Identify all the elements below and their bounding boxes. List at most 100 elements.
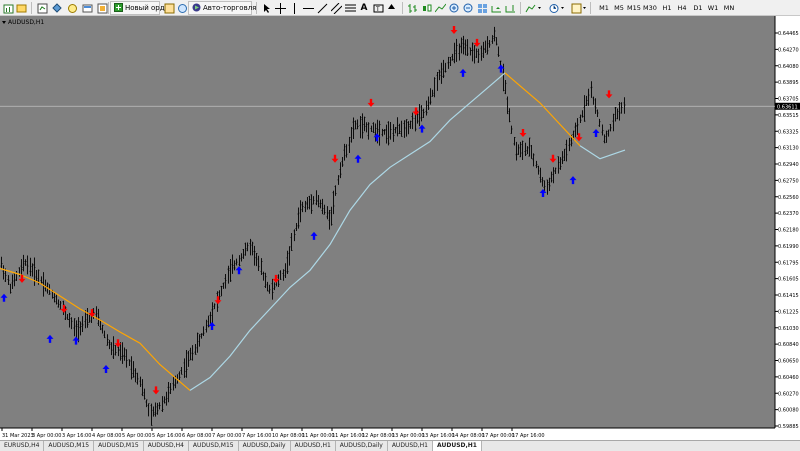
time-tick-label: 5 Apr 00:00 <box>122 433 151 439</box>
chart-tab[interactable]: AUDUSD,M15 <box>94 441 144 451</box>
chart-shift-icon[interactable] <box>504 2 516 14</box>
profiles-icon[interactable] <box>15 2 27 14</box>
time-tick-label: 10 Apr 08:00 <box>272 433 305 439</box>
timeframe-m15-button[interactable]: M15 <box>627 2 641 14</box>
current-price-label: 0.63611 <box>777 104 798 110</box>
history-icon[interactable] <box>176 2 188 14</box>
timeframe-w1-button[interactable]: W1 <box>706 2 720 14</box>
chart-tab[interactable]: EURUSD,H4 <box>0 441 45 451</box>
autotrading-button[interactable]: Авто-торговля <box>188 1 256 15</box>
time-tick-label: 7 Apr 16:00 <box>242 433 271 439</box>
chart-tab[interactable]: AUDUSD,M15 <box>44 441 95 451</box>
time-tick-label: 13 Apr 00:00 <box>392 433 425 439</box>
new-order-button[interactable]: Новый ордер <box>110 1 173 15</box>
templates-icon[interactable] <box>570 2 590 14</box>
price-tick-label: 0.63895 <box>778 80 799 86</box>
price-tick-label: 0.63515 <box>778 113 799 119</box>
time-tick-label: 13 Apr 16:00 <box>422 433 455 439</box>
navigator-icon[interactable] <box>66 2 78 14</box>
price-chart[interactable]: AUDUSD,H1 0.64465 0.64270 0.64080 0.63895 0.6… <box>0 16 800 440</box>
price-tick-label: 0.64080 <box>778 64 799 70</box>
timeframe-d1-button[interactable]: D1 <box>691 2 705 14</box>
timeframe-m5-button[interactable]: M5 <box>612 2 626 14</box>
price-tick-label: 0.62560 <box>778 195 799 201</box>
chart-tab[interactable]: AUDUSD,H4 <box>144 441 189 451</box>
time-tick-label: 6 Apr 08:00 <box>182 433 211 439</box>
autotrading-icon <box>192 3 201 14</box>
price-tick-label: 0.62180 <box>778 228 799 234</box>
price-tick-label: 0.60080 <box>778 408 799 414</box>
equidistant-channel-icon[interactable] <box>330 2 342 14</box>
timeframe-m30-button[interactable]: M30 <box>643 2 657 14</box>
zoom-out-icon[interactable] <box>462 2 474 14</box>
line-chart-icon[interactable] <box>434 2 446 14</box>
text-label-icon[interactable]: T <box>372 2 384 14</box>
fibonacci-icon[interactable] <box>344 2 356 14</box>
time-tick-label: 3 Apr 00:00 <box>32 433 61 439</box>
periods-icon[interactable] <box>548 2 568 14</box>
time-tick-label: 4 Apr 08:00 <box>92 433 121 439</box>
price-tick-label: 0.61795 <box>778 260 799 266</box>
text-icon[interactable]: A <box>358 2 370 14</box>
new-order-icon <box>114 2 123 14</box>
price-tick-label: 0.61030 <box>778 326 799 332</box>
vertical-line-icon[interactable] <box>288 2 300 14</box>
price-tick-label: 0.62750 <box>778 178 799 184</box>
new-chart-icon[interactable] <box>2 2 14 14</box>
trendline-icon[interactable] <box>316 2 328 14</box>
data-window-icon[interactable] <box>51 2 63 14</box>
price-tick-label: 0.60460 <box>778 375 799 381</box>
chart-tab[interactable]: AUDUSD,H1 <box>291 441 336 451</box>
price-tick-label: 0.62370 <box>778 211 799 217</box>
chart-tab[interactable]: AUDUSD,Daily <box>336 441 388 451</box>
price-tick-label: 0.63705 <box>778 97 799 103</box>
price-tick-label: 0.62940 <box>778 162 799 168</box>
svg-text:T: T <box>375 6 380 13</box>
tile-windows-icon[interactable] <box>476 2 488 14</box>
autotrading-label: Авто-торговля <box>203 4 257 12</box>
chart-plot-area[interactable] <box>0 16 775 428</box>
timeframe-h1-button[interactable]: H1 <box>660 2 674 14</box>
indicators-icon[interactable] <box>524 2 544 14</box>
time-tick-label: 14 Apr 08:00 <box>452 433 485 439</box>
time-tick-label: 12 Apr 08:00 <box>362 433 395 439</box>
timeframe-h4-button[interactable]: H4 <box>675 2 689 14</box>
terminal-icon[interactable] <box>81 2 93 14</box>
time-tick-label: 7 Apr 00:00 <box>212 433 241 439</box>
arrows-icon[interactable] <box>385 2 397 14</box>
time-tick-label: 31 Mar 2023 <box>2 433 34 439</box>
price-tick-label: 0.61225 <box>778 309 799 315</box>
timeframe-m1-button[interactable]: M1 <box>597 2 611 14</box>
cursor-icon[interactable] <box>260 2 272 14</box>
chart-tab[interactable]: AUDUSD,H1 <box>433 441 482 451</box>
price-tick-label: 0.60650 <box>778 359 799 365</box>
candlesticks-icon[interactable] <box>420 2 432 14</box>
horizontal-line-icon[interactable] <box>302 2 314 14</box>
timeframe-mn-button[interactable]: MN <box>722 2 736 14</box>
bar-chart-icon[interactable] <box>406 2 418 14</box>
price-tick-label: 0.63130 <box>778 146 799 152</box>
chart-symbol-label: AUDUSD,H1 <box>8 19 44 26</box>
chart-tab[interactable]: AUDUSD,Daily <box>239 441 291 451</box>
chart-tab[interactable]: AUDUSD,H1 <box>388 441 434 451</box>
time-tick-label: 5 Apr 16:00 <box>152 433 181 439</box>
crosshair-icon[interactable] <box>274 2 286 14</box>
chart-tabs: EURUSD,H4 AUDUSD,M15 AUDUSD,M15 AUDUSD,H4 AU… <box>0 440 800 451</box>
strategy-tester-icon[interactable] <box>96 2 108 14</box>
price-tick-label: 0.63325 <box>778 129 799 135</box>
chart-tab[interactable]: AUDUSD,M15 <box>189 441 239 451</box>
chart-window[interactable]: AUDUSD,H1 0.64465 0.64270 0.64080 0.63895 0.6… <box>0 16 800 440</box>
market-watch-icon[interactable] <box>36 2 48 14</box>
price-tick-label: 0.61415 <box>778 293 799 299</box>
price-tick-label: 0.59885 <box>778 424 799 430</box>
price-tick-label: 0.61605 <box>778 277 799 283</box>
price-tick-label: 0.60840 <box>778 342 799 348</box>
autoscroll-icon[interactable] <box>490 2 502 14</box>
main-toolbar: Новый ордер Авто-торговля A T M1 M5 M15 M30… <box>0 0 800 16</box>
price-tick-label: 0.64465 <box>778 31 799 37</box>
price-tick-label: 0.60270 <box>778 391 799 397</box>
time-tick-label: 3 Apr 16:00 <box>62 433 91 439</box>
price-tick-label: 0.64270 <box>778 47 799 53</box>
zoom-in-icon[interactable] <box>448 2 460 14</box>
metaeditor-icon[interactable] <box>163 2 175 14</box>
